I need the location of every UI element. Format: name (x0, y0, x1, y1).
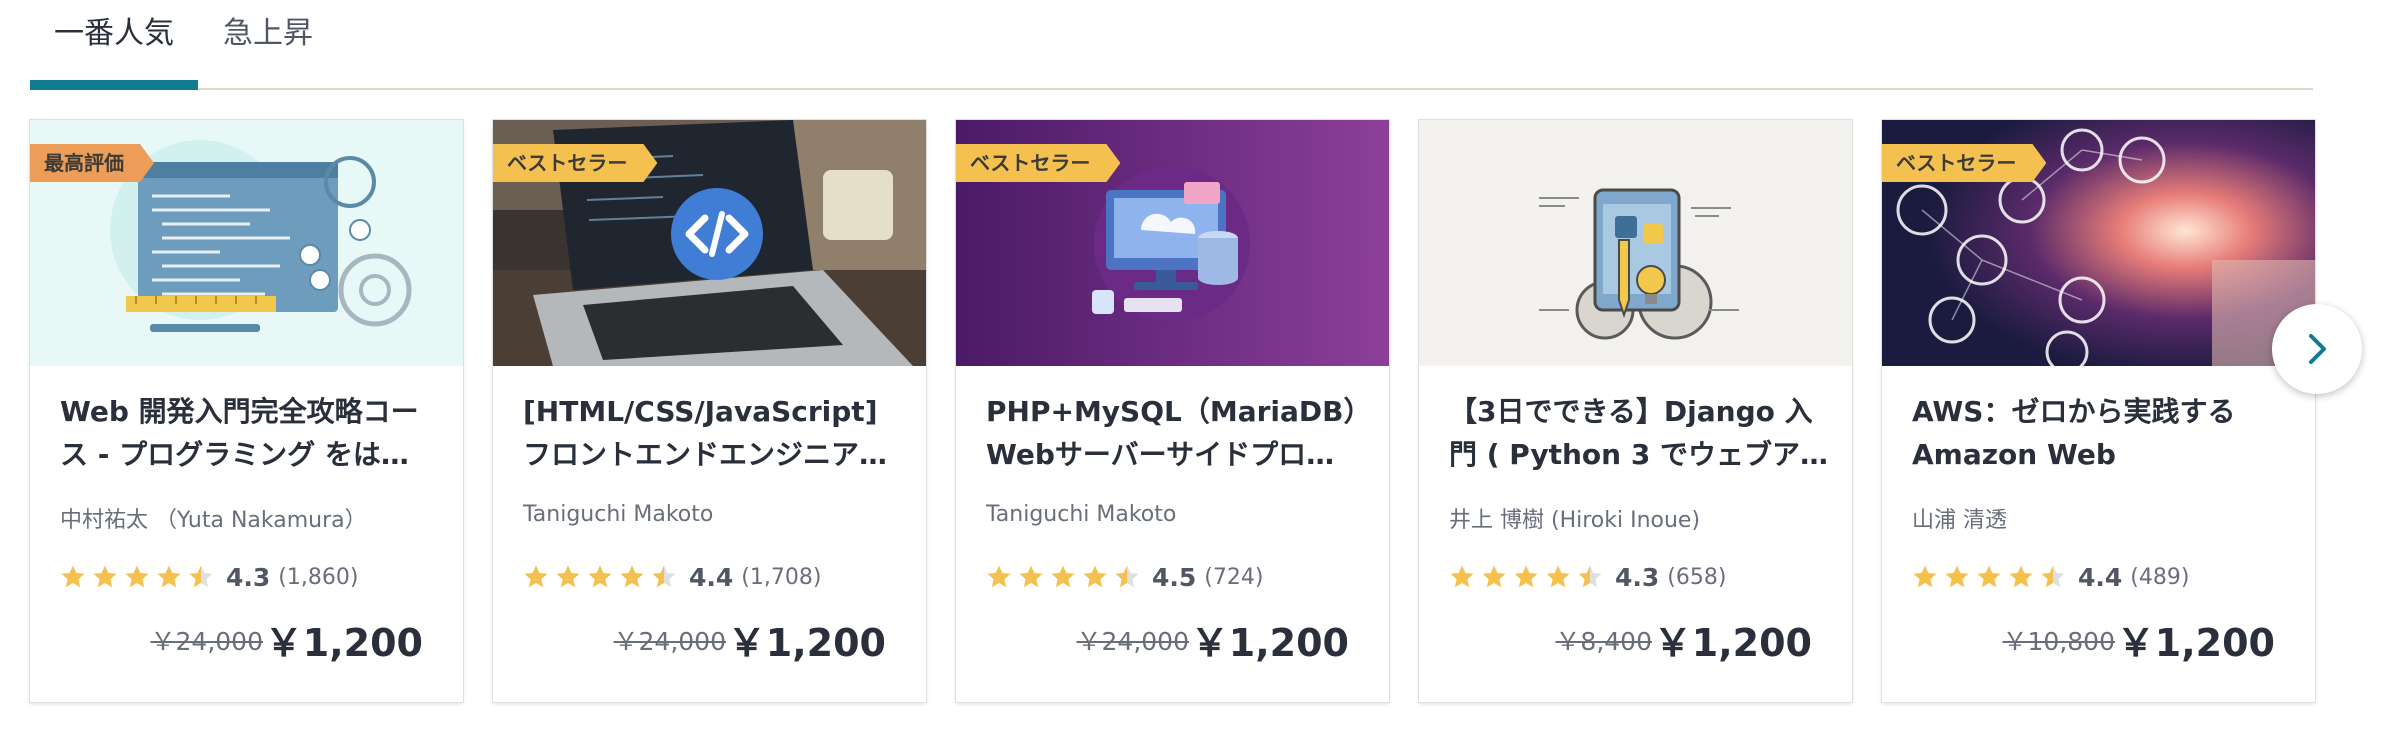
course-card[interactable]: 【3日でできる】Django 入門 ( Python 3 でウェブア… 井上 博… (1419, 120, 1852, 702)
sale-price: ￥1,200 (2116, 621, 2275, 665)
star-full-icon (93, 565, 117, 588)
review-count: (1,860) (278, 564, 359, 590)
review-count: (489) (2130, 564, 2190, 590)
sale-price: ￥1,200 (264, 621, 423, 665)
active-tab-indicator (30, 80, 198, 90)
rating-value: 4.5 (1152, 562, 1197, 592)
rating-value: 4.3 (1615, 562, 1660, 592)
star-full-icon (588, 565, 612, 588)
star-rating (986, 564, 1140, 590)
star-rating (1449, 564, 1603, 590)
star-full-icon (1450, 565, 1474, 588)
badge-bestseller: ベストセラー (956, 144, 1120, 182)
star-full-icon (2009, 565, 2033, 588)
course-author: 中村祐太 （Yuta Nakamura） (60, 508, 367, 533)
star-full-icon (987, 565, 1011, 588)
star-half-icon (1578, 565, 1602, 588)
sale-price: ￥1,200 (727, 621, 886, 665)
course-card[interactable]: ベストセラー [HTML/CSS/JavaScript] フロントエンドエンジニ… (493, 120, 926, 702)
tab-bar: 一番人気 急上昇 (30, 0, 2313, 90)
course-author: 山浦 清透 (1912, 508, 2007, 533)
star-full-icon (1913, 565, 1937, 588)
review-count: (658) (1667, 564, 1727, 590)
course-title[interactable]: PHP+MySQL（MariaDB）Webサーバーサイドプロ… (986, 390, 1366, 476)
original-price: ￥10,800 (2002, 627, 2115, 656)
star-full-icon (157, 565, 181, 588)
original-price: ￥24,000 (613, 627, 726, 656)
course-rating: 4.4 (1,708) (523, 560, 821, 594)
chevron-right-icon (2309, 334, 2326, 364)
star-full-icon (556, 565, 580, 588)
course-thumbnail (1419, 120, 1852, 366)
course-rating: 4.3 (1,860) (60, 560, 358, 594)
course-author: 井上 博樹 (Hiroki Inoue) (1449, 508, 1701, 533)
course-author: Taniguchi Makoto (986, 502, 1177, 527)
star-half-icon (1115, 565, 1139, 588)
star-full-icon (620, 565, 644, 588)
tab-trending[interactable]: 急上昇 (223, 8, 313, 52)
rating-value: 4.4 (689, 562, 734, 592)
star-half-icon (2041, 565, 2065, 588)
course-title[interactable]: [HTML/CSS/JavaScript] フロントエンドエンジニア… (523, 390, 903, 476)
star-full-icon (1482, 565, 1506, 588)
tab-most-popular[interactable]: 一番人気 (54, 8, 174, 52)
rating-value: 4.4 (2078, 562, 2123, 592)
course-title[interactable]: 【3日でできる】Django 入門 ( Python 3 でウェブア… (1449, 390, 1829, 476)
course-rating: 4.3 (658) (1449, 560, 1726, 594)
star-rating (1912, 564, 2066, 590)
star-full-icon (125, 565, 149, 588)
course-card[interactable]: ベストセラー PHP+MySQL（MariaDB）Webサーバーサイドプロ… T… (956, 120, 1389, 702)
star-full-icon (1083, 565, 1107, 588)
star-half-icon (189, 565, 213, 588)
star-full-icon (1051, 565, 1075, 588)
carousel-next-button[interactable] (2272, 304, 2362, 394)
star-full-icon (524, 565, 548, 588)
star-full-icon (1019, 565, 1043, 588)
star-rating (523, 564, 677, 590)
review-count: (1,708) (741, 564, 822, 590)
badge-bestseller: ベストセラー (493, 144, 657, 182)
star-full-icon (61, 565, 85, 588)
course-card[interactable]: 最高評価 Web 開発入門完全攻略コース - プログラミング をは… 中村祐太 … (30, 120, 463, 702)
badge-top-rated: 最高評価 (30, 144, 154, 182)
rating-value: 4.3 (226, 562, 271, 592)
sale-price: ￥1,200 (1653, 621, 1812, 665)
badge-bestseller: ベストセラー (1882, 144, 2046, 182)
course-rating: 4.5 (724) (986, 560, 1263, 594)
original-price: ￥24,000 (1076, 627, 1189, 656)
star-full-icon (1514, 565, 1538, 588)
original-price: ￥8,400 (1555, 627, 1652, 656)
star-half-icon (652, 565, 676, 588)
course-rating: 4.4 (489) (1912, 560, 2189, 594)
review-count: (724) (1204, 564, 1264, 590)
course-title[interactable]: AWS：ゼロから実践する Amazon Web Services。… (1912, 390, 2292, 476)
star-full-icon (1977, 565, 2001, 588)
original-price: ￥24,000 (150, 627, 263, 656)
star-full-icon (1945, 565, 1969, 588)
course-title[interactable]: Web 開発入門完全攻略コース - プログラミング をは… (60, 390, 440, 476)
sale-price: ￥1,200 (1190, 621, 1349, 665)
star-full-icon (1546, 565, 1570, 588)
star-rating (60, 564, 214, 590)
course-author: Taniguchi Makoto (523, 502, 714, 527)
course-card[interactable]: ベストセラー AWS：ゼロから実践する Amazon Web Services。… (1882, 120, 2315, 702)
